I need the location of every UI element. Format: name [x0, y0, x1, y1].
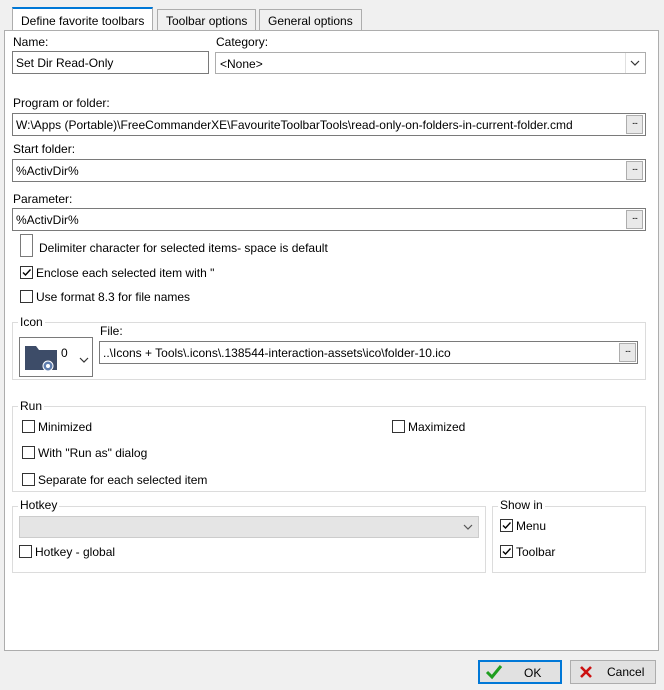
program-label: Program or folder: [13, 96, 110, 110]
cancel-label: Cancel [607, 665, 645, 679]
separate-checkbox[interactable] [22, 473, 35, 486]
checkmark-icon [502, 522, 512, 530]
start-folder-field[interactable]: %ActivDir% [12, 159, 646, 182]
category-value: <None> [220, 57, 263, 71]
run-group-label: Run [18, 399, 45, 413]
chevron-down-icon [463, 524, 473, 530]
category-select[interactable]: <None> [215, 52, 646, 74]
start-folder-browse-button[interactable]: ... [626, 161, 643, 180]
run-as-checkbox[interactable] [22, 446, 35, 459]
checkmark-icon [485, 665, 503, 680]
chevron-down-icon [630, 60, 640, 66]
name-label: Name: [13, 35, 49, 49]
format83-label: Use format 8.3 for file names [36, 290, 191, 304]
program-browse-button[interactable]: ... [626, 115, 643, 134]
icon-file-field[interactable]: ..\Icons + Tools\.icons\.138544-interact… [99, 341, 638, 364]
ok-button[interactable]: OK [478, 660, 562, 684]
icon-picker[interactable]: 0 [19, 337, 93, 377]
category-label: Category: [216, 35, 269, 49]
show-in-menu-label: Menu [516, 519, 547, 533]
icon-file-label: File: [100, 324, 123, 338]
tab-general-options[interactable]: General options [259, 9, 362, 31]
maximized-label: Maximized [408, 420, 466, 434]
delimiter-field[interactable] [20, 234, 33, 257]
program-field[interactable]: W:\Apps (Portable)\FreeCommanderXE\Favou… [12, 113, 646, 136]
icon-file-browse-button[interactable]: ... [619, 343, 636, 362]
minimized-label: Minimized [38, 420, 93, 434]
run-as-label: With "Run as" dialog [38, 446, 148, 460]
tab-toolbar-options[interactable]: Toolbar options [157, 9, 257, 31]
hotkey-global-checkbox[interactable] [19, 545, 32, 558]
chevron-down-icon [79, 357, 89, 363]
folder-icon [25, 346, 57, 372]
start-folder-label: Start folder: [13, 142, 76, 156]
tab-label: General options [268, 14, 353, 28]
tab-label: Define favorite toolbars [21, 14, 145, 28]
enclose-label: Enclose each selected item with " [36, 266, 215, 280]
checkmark-icon [22, 269, 32, 277]
checkmark-icon [502, 548, 512, 556]
parameter-browse-button[interactable]: ... [626, 210, 643, 229]
category-dropdown-divider [625, 53, 626, 73]
minimized-checkbox[interactable] [22, 420, 35, 433]
cancel-button[interactable]: Cancel [570, 660, 656, 684]
icon-group-label: Icon [18, 315, 45, 329]
show-in-toolbar-checkbox[interactable] [500, 545, 513, 558]
maximized-checkbox[interactable] [392, 420, 405, 433]
parameter-label: Parameter: [13, 192, 73, 206]
hotkey-group-label: Hotkey [18, 498, 60, 512]
separate-label: Separate for each selected item [38, 473, 208, 487]
icon-index: 0 [61, 346, 68, 360]
close-icon [580, 666, 592, 678]
tab-label: Toolbar options [166, 14, 248, 28]
show-in-group [492, 506, 646, 573]
show-in-menu-checkbox[interactable] [500, 519, 513, 532]
show-in-toolbar-label: Toolbar [516, 545, 556, 559]
parameter-field[interactable]: %ActivDir% [12, 208, 646, 231]
enclose-checkbox[interactable] [20, 266, 33, 279]
name-field[interactable]: Set Dir Read-Only [12, 51, 209, 74]
show-in-group-label: Show in [498, 498, 545, 512]
hotkey-select[interactable] [19, 516, 479, 538]
format83-checkbox[interactable] [20, 290, 33, 303]
delimiter-label: Delimiter character for selected items- … [39, 241, 328, 255]
tab-define-favorite-toolbars[interactable]: Define favorite toolbars [12, 7, 154, 32]
hotkey-global-label: Hotkey - global [35, 545, 116, 559]
ok-label: OK [524, 666, 542, 680]
